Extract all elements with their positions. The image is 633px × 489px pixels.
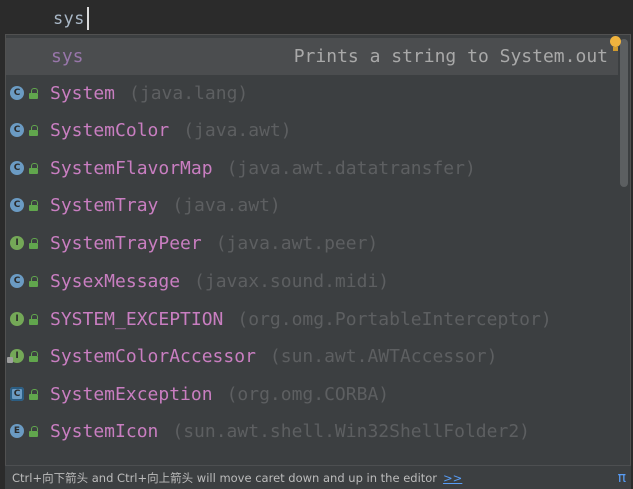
item-name: SYSTEM_EXCEPTION: [50, 309, 224, 330]
completion-footer: Ctrl+向下箭头 and Ctrl+向上箭头 will move caret …: [5, 465, 631, 489]
completion-item[interactable]: I SYSTEM_EXCEPTION (org.omg.PortableInte…: [6, 301, 618, 338]
public-access-icon: [29, 238, 38, 249]
completion-item[interactable]: C SystemTray (java.awt): [6, 187, 618, 224]
public-access-icon: [29, 276, 38, 287]
item-package: (java.awt.peer): [215, 233, 379, 254]
item-name: SystemColor: [50, 120, 170, 141]
footer-hint: Ctrl+向下箭头 and Ctrl+向上箭头 will move caret …: [12, 470, 438, 485]
item-package: (java.lang): [129, 83, 249, 104]
pi-icon[interactable]: π: [618, 470, 626, 486]
editor-line[interactable]: sys: [0, 0, 633, 34]
item-package: (java.awt.datatransfer): [226, 158, 476, 179]
public-access-icon: [29, 163, 38, 174]
public-access-icon: [29, 389, 38, 400]
class-icon: C: [10, 123, 24, 137]
item-name: System: [50, 83, 116, 104]
popup-scrollbar[interactable]: [620, 39, 628, 187]
item-name: SystemTray: [50, 195, 159, 216]
item-package: (sun.awt.shell.Win32ShellFolder2): [172, 421, 530, 442]
item-name: SystemColorAccessor: [50, 346, 256, 367]
lightbulb-icon[interactable]: [609, 36, 623, 52]
live-template-description: Prints a string to System.out: [293, 46, 608, 67]
typed-text: sys: [53, 9, 85, 29]
completion-popup[interactable]: sys Prints a string to System.out C Syst…: [5, 34, 631, 489]
item-name: SysexMessage: [50, 271, 181, 292]
item-package: (java.awt): [183, 120, 292, 141]
enum-icon: E: [10, 424, 24, 438]
public-access-icon: [29, 426, 38, 437]
public-access-icon: [29, 200, 38, 211]
completion-item[interactable]: C SystemException (org.omg.CORBA): [6, 376, 618, 413]
abstract-class-icon: C: [10, 387, 24, 401]
class-icon: C: [10, 198, 24, 212]
item-package: (javax.sound.midi): [194, 271, 390, 292]
completion-item[interactable]: I SystemColorAccessor (sun.awt.AWTAccess…: [6, 338, 618, 375]
class-icon: C: [10, 86, 24, 100]
live-template-item[interactable]: sys Prints a string to System.out: [6, 38, 618, 75]
text-caret: [87, 7, 89, 30]
class-icon: C: [10, 161, 24, 175]
public-access-icon: [29, 351, 38, 362]
completion-item[interactable]: C SystemFlavorMap (java.awt.datatransfer…: [6, 150, 618, 187]
completion-item[interactable]: C System (java.lang): [6, 75, 618, 112]
item-package: (org.omg.PortableInterceptor): [237, 309, 552, 330]
item-name: SystemTrayPeer: [50, 233, 202, 254]
public-access-icon: [29, 314, 38, 325]
interface-icon: I: [10, 312, 24, 326]
item-package: (sun.awt.AWTAccessor): [269, 346, 498, 367]
completion-item[interactable]: I SystemTrayPeer (java.awt.peer): [6, 225, 618, 262]
class-icon: C: [10, 274, 24, 288]
interface-icon: I: [10, 236, 24, 250]
live-template-name: sys: [51, 46, 84, 67]
public-access-icon: [29, 88, 38, 99]
completion-item[interactable]: C SysexMessage (javax.sound.midi): [6, 263, 618, 300]
item-package: (java.awt): [172, 195, 281, 216]
completion-item[interactable]: E SystemIcon (sun.awt.shell.Win32ShellFo…: [6, 413, 618, 450]
item-package: (org.omg.CORBA): [226, 384, 390, 405]
public-access-icon: [29, 125, 38, 136]
item-name: SystemIcon: [50, 421, 159, 442]
footer-more-link[interactable]: >>: [443, 471, 462, 485]
item-name: SystemFlavorMap: [50, 158, 213, 179]
interface-icon: I: [7, 349, 24, 363]
item-name: SystemException: [50, 384, 213, 405]
completion-item[interactable]: C SystemColor (java.awt): [6, 112, 618, 149]
